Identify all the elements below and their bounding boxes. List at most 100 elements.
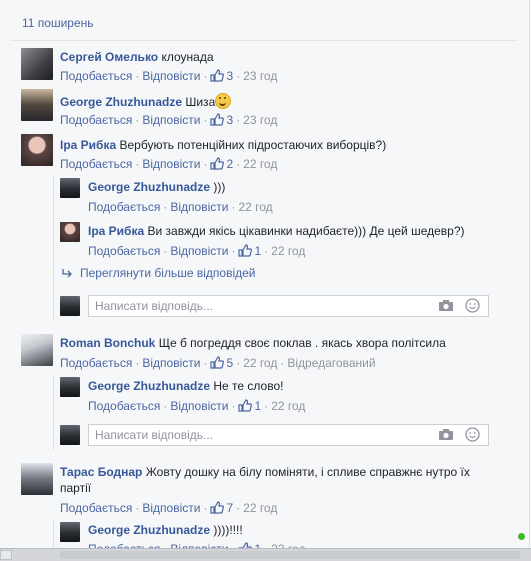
timestamp[interactable]: 22 год	[271, 399, 305, 413]
avatar[interactable]	[21, 334, 53, 366]
thumbs-up-icon	[238, 399, 253, 412]
reply-author[interactable]: George Zhuzhunadze	[88, 379, 210, 393]
reply-button[interactable]: Відповісти	[170, 200, 228, 214]
current-user-avatar	[60, 425, 80, 445]
comment-actions: Подобається · Відповісти · 7 · 22 год	[60, 501, 278, 515]
like-button[interactable]: Подобається	[60, 501, 132, 515]
comment-author[interactable]: Roman Bonchuk	[60, 336, 155, 350]
reply-text: ))))!!!!	[213, 523, 243, 537]
comment-text: Ще б погреддя своє поклав . якась хвора …	[158, 336, 446, 350]
comment-body: George Zhuzhunadze Шиза	[60, 93, 232, 110]
comments-panel: 11 поширень Сергей Омелько клоунада Подо…	[0, 0, 530, 556]
scrollbar-track[interactable]	[0, 550, 531, 560]
like-button[interactable]: Подобається	[60, 157, 132, 171]
reply-button[interactable]: Відповісти	[142, 113, 200, 127]
comment-author[interactable]: Іра Рибка	[60, 138, 116, 152]
comment-body: Сергей Омелько клоунада	[60, 49, 214, 65]
like-button[interactable]: Подобається	[88, 244, 160, 258]
comment-body: Тарас Боднар Жовту дошку на білу помінят…	[60, 464, 470, 480]
comment-text: Жовту дошку на білу поміняти, і спливе с…	[145, 465, 470, 479]
like-count[interactable]: 3	[210, 69, 233, 83]
smiley-icon[interactable]	[465, 298, 480, 313]
reply-button[interactable]: Відповісти	[142, 501, 200, 515]
reply-button[interactable]: Відповісти	[170, 244, 228, 258]
reply-body: George Zhuzhunadze )))	[88, 179, 225, 195]
like-button[interactable]: Подобається	[60, 113, 132, 127]
timestamp[interactable]: 23 год	[243, 113, 277, 127]
camera-icon[interactable]	[438, 299, 454, 312]
reply-button[interactable]: Відповісти	[142, 157, 200, 171]
timestamp[interactable]: 22 год	[271, 244, 305, 258]
reply-button[interactable]: Відповісти	[142, 69, 200, 83]
comment-author[interactable]: Тарас Боднар	[60, 465, 142, 479]
scrollbar-thumb[interactable]	[60, 551, 520, 559]
comment-body: Іра Рибка Вербують потенційних підростаю…	[60, 137, 386, 153]
reply-body: Іра Рибка Ви завжди якісь цікавинки нади…	[88, 223, 465, 239]
comment-author[interactable]: Сергей Омелько	[60, 50, 158, 64]
smiley-icon[interactable]	[465, 427, 480, 442]
like-button[interactable]: Подобається	[60, 69, 132, 83]
avatar[interactable]	[60, 377, 80, 397]
reply-author[interactable]: George Zhuzhunadze	[88, 180, 210, 194]
comment-actions: Подобається · Відповісти · 3 · 23 год	[60, 69, 278, 83]
like-count[interactable]: 2	[210, 157, 233, 171]
thumbs-up-icon	[210, 356, 225, 369]
like-button[interactable]: Подобається	[60, 356, 132, 370]
thumbs-up-icon	[238, 244, 253, 257]
comment-text: Вербують потенційних підростаючих виборц…	[119, 138, 387, 152]
like-count[interactable]: 7	[210, 501, 233, 515]
reply-author[interactable]: George Zhuzhunadze	[88, 523, 210, 537]
thumbs-up-icon	[210, 157, 225, 170]
reply-thread-line	[53, 375, 54, 450]
comment-text: клоунада	[161, 50, 214, 64]
comment-actions: Подобається · Відповісти · 5 · 22 год · Відредаг…	[60, 356, 376, 370]
scroll-left-button[interactable]	[0, 550, 12, 560]
timestamp[interactable]: 22 год	[243, 157, 277, 171]
comment-actions: Подобається · Відповісти · 3 · 23 год	[60, 113, 278, 127]
reply-text: Ви завжди якісь цікавинки надибаєте))) Д…	[147, 224, 465, 238]
avatar[interactable]	[21, 134, 53, 166]
thumbs-up-icon	[210, 113, 225, 126]
view-more-replies-link[interactable]: Переглянути більше відповідей	[62, 265, 255, 281]
avatar[interactable]	[21, 463, 53, 495]
avatar[interactable]	[60, 178, 80, 198]
like-button[interactable]: Подобається	[88, 399, 160, 413]
reply-actions: Подобається·Відповісти·1·22 год	[88, 399, 306, 413]
avatar[interactable]	[21, 89, 53, 121]
like-count[interactable]: 5	[210, 356, 233, 370]
timestamp[interactable]: 22 год	[243, 501, 277, 515]
comment-author[interactable]: George Zhuzhunadze	[60, 95, 182, 109]
reply-input[interactable]: Написати відповідь...	[88, 424, 489, 446]
thumbs-up-icon	[210, 501, 225, 514]
timestamp[interactable]: 22 год	[238, 200, 272, 214]
reply-thread-line	[53, 176, 54, 320]
avatar[interactable]	[60, 522, 80, 542]
like-count[interactable]: 1	[238, 399, 261, 413]
like-count[interactable]: 3	[210, 113, 233, 127]
camera-icon[interactable]	[438, 428, 454, 441]
reply-button[interactable]: Відповісти	[142, 356, 200, 370]
timestamp[interactable]: 22 год	[243, 356, 277, 370]
reply-actions: Подобається·Відповісти·1·22 год	[88, 244, 306, 258]
avatar[interactable]	[21, 48, 53, 80]
reply-button[interactable]: Відповісти	[170, 399, 228, 413]
reply-arrow-icon	[62, 269, 72, 278]
like-button[interactable]: Подобається	[88, 200, 160, 214]
avatar[interactable]	[60, 222, 80, 242]
timestamp[interactable]: 23 год	[243, 69, 277, 83]
reply-actions: Подобається · Відповісти · 22 год	[88, 200, 273, 214]
shares-count-link[interactable]: 11 поширень	[22, 16, 94, 30]
reply-input[interactable]: Написати відповідь...	[88, 295, 489, 317]
reply-text: )))	[213, 180, 226, 194]
like-count[interactable]: 1	[238, 244, 261, 258]
reply-thread-line	[53, 520, 54, 548]
reply-body: George Zhuzhunadze ))))!!!!	[88, 522, 243, 538]
comment-body: Roman Bonchuk Ще б погреддя своє поклав …	[60, 335, 446, 351]
current-user-avatar	[60, 296, 80, 316]
online-status-dot	[518, 533, 525, 540]
reply-text: Не те слово!	[213, 379, 284, 393]
thumbs-up-icon	[210, 69, 225, 82]
edited-label[interactable]: Відредагований	[287, 356, 375, 370]
comment-text: Шиза	[185, 95, 216, 109]
reply-author[interactable]: Іра Рибка	[88, 224, 144, 238]
